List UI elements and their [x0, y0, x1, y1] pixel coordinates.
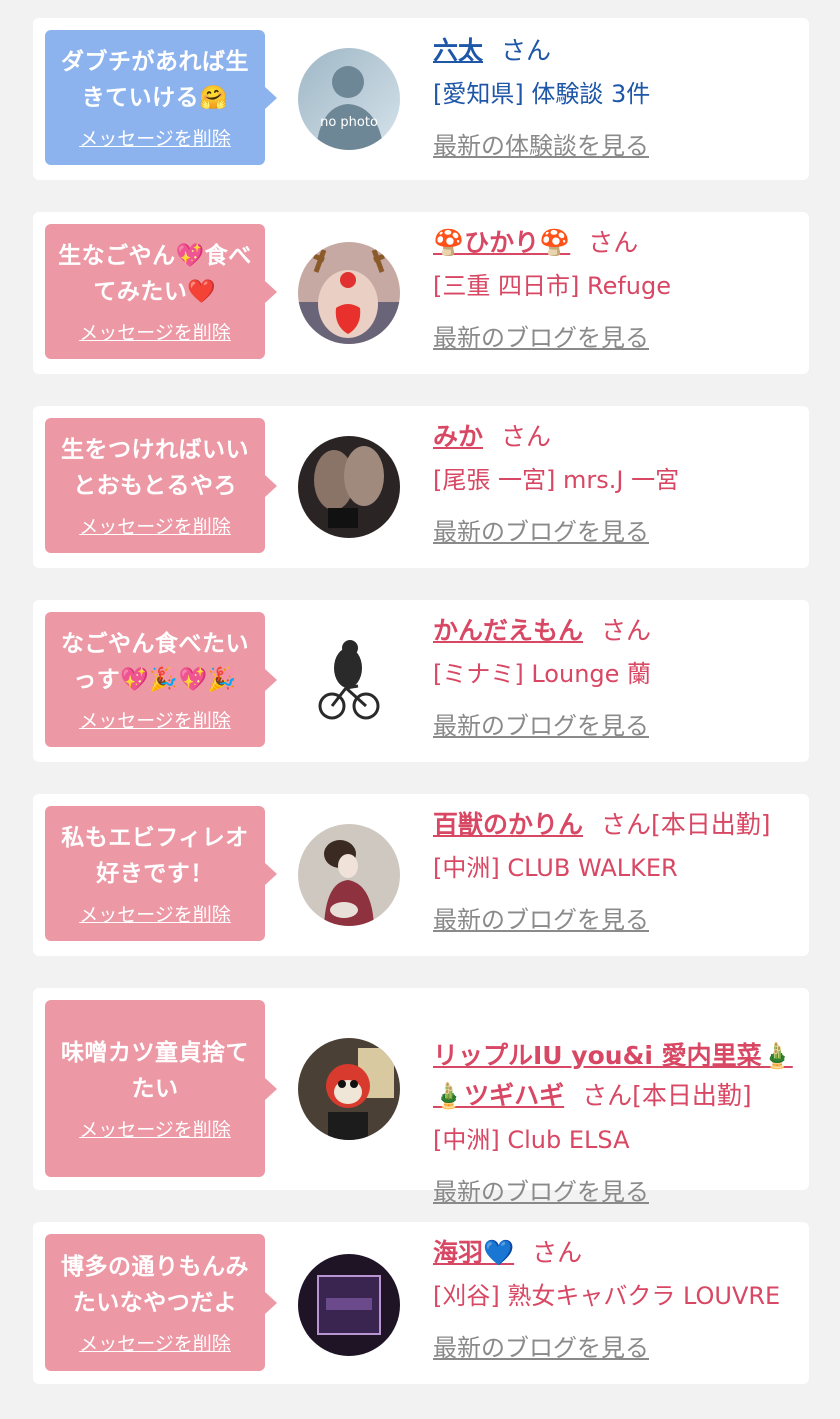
shop-info: [中洲] Club ELSA	[433, 1126, 630, 1154]
user-info: みか さん [尾張 一宮] mrs.J 一宮 最新のブログを見る	[433, 418, 799, 547]
user-name-link[interactable]: かんだえもん	[433, 616, 583, 645]
latest-post-link[interactable]: 最新のブログを見る	[433, 1328, 649, 1363]
latest-post-link[interactable]: 最新のブログを見る	[433, 1172, 649, 1207]
delete-message-link[interactable]: メッセージを削除	[79, 900, 231, 927]
latest-post-link[interactable]: 最新のブログを見る	[433, 706, 649, 741]
honorific: さん[本日出勤]	[582, 1081, 752, 1110]
shop-info: [尾張 一宮] mrs.J 一宮	[433, 466, 680, 494]
no-photo-avatar[interactable]: no photo	[298, 48, 400, 150]
message-card: 味噌カツ童貞捨て たい メッセージを削除 リップルIU you&i 愛内里菜🎍 …	[33, 988, 809, 1206]
honorific: さん	[601, 616, 652, 645]
bear-bicycle-avatar[interactable]	[298, 630, 400, 732]
delete-message-link[interactable]: メッセージを削除	[79, 706, 231, 733]
message-text: ダブチがあれば生 きていける🤗	[61, 49, 249, 111]
message-text: なごやん食べたい っす💖🎉💖🎉	[61, 631, 249, 693]
delete-message-link[interactable]: メッセージを削除	[79, 124, 231, 151]
shop-info: [刈谷] 熟女キャバクラ LOUVRE	[433, 1282, 781, 1310]
shop-info: [中洲] CLUB WALKER	[433, 854, 678, 882]
message-text: 私もエビフィレオ 好きです！	[61, 825, 249, 887]
user-info: リップルIU you&i 愛内里菜🎍 🎍ツギハギ さん[本日出勤] [中洲] Cl…	[433, 998, 799, 1207]
honorific: さん[本日出勤]	[601, 810, 771, 839]
latest-post-link[interactable]: 最新のブログを見る	[433, 318, 649, 353]
delete-message-link[interactable]: メッセージを削除	[79, 318, 231, 345]
message-bubble: 味噌カツ童貞捨て たい メッセージを削除	[45, 1000, 277, 1177]
shop-info: [愛知県] 体験談 3件	[433, 80, 651, 108]
reindeer-photo-avatar[interactable]	[298, 242, 400, 344]
latest-post-link[interactable]: 最新のブログを見る	[433, 900, 649, 935]
user-info: 六太 さん [愛知県] 体験談 3件 最新の体験談を見る	[433, 32, 799, 161]
avatar-placeholder-text: no photo	[320, 115, 378, 130]
shop-info: [三重 四日市] Refuge	[433, 272, 672, 300]
delete-message-link[interactable]: メッセージを削除	[79, 1329, 231, 1356]
message-card: 私もエビフィレオ 好きです！ メッセージを削除 百獣のかりん さん[本日出勤] […	[33, 794, 809, 956]
user-name-link[interactable]: みか	[433, 422, 483, 451]
message-card: なごやん食べたい っす💖🎉💖🎉 メッセージを削除 かんだえもん さん [ミナミ] …	[33, 600, 809, 762]
message-card: 生をつければいい とおもとるやろ メッセージを削除 みか さん [尾張 一宮] m…	[33, 406, 809, 568]
message-card: ダブチがあれば生 きていける🤗 メッセージを削除 no photo 六太 さん […	[33, 18, 809, 180]
mask-photo-avatar[interactable]	[298, 1038, 400, 1140]
message-bubble: 博多の通りもんみ たいなやつだよ メッセージを削除	[45, 1234, 277, 1371]
message-text: 味噌カツ童貞捨て たい	[61, 1040, 249, 1102]
message-card: 生なごやん💖食べ てみたい❤️ メッセージを削除 🍄ひかり🍄 さん [三重 四日市…	[33, 212, 809, 374]
latest-post-link[interactable]: 最新のブログを見る	[433, 512, 649, 547]
kimono-photo-avatar[interactable]	[298, 824, 400, 926]
latest-post-link[interactable]: 最新の体験談を見る	[433, 126, 649, 161]
message-bubble: なごやん食べたい っす💖🎉💖🎉 メッセージを削除	[45, 612, 277, 747]
honorific: さん	[501, 36, 552, 65]
user-info: かんだえもん さん [ミナミ] Lounge 蘭 最新のブログを見る	[433, 612, 799, 741]
user-info: 🍄ひかり🍄 さん [三重 四日市] Refuge 最新のブログを見る	[433, 224, 799, 353]
user-name-link[interactable]: 🍄ひかり🍄	[433, 228, 570, 257]
user-info: 百獣のかりん さん[本日出勤] [中洲] CLUB WALKER 最新のブログを見…	[433, 806, 799, 935]
honorific: さん	[532, 1238, 583, 1267]
message-bubble: 生なごやん💖食べ てみたい❤️ メッセージを削除	[45, 224, 277, 359]
message-bubble: 私もエビフィレオ 好きです！ メッセージを削除	[45, 806, 277, 941]
user-name-link[interactable]: 海羽💙	[433, 1238, 514, 1267]
legs-photo-avatar[interactable]	[298, 436, 400, 538]
user-info: 海羽💙 さん [刈谷] 熟女キャバクラ LOUVRE 最新のブログを見る	[433, 1234, 799, 1363]
honorific: さん	[588, 228, 639, 257]
louvre-logo-avatar[interactable]	[298, 1254, 400, 1356]
message-bubble: 生をつければいい とおもとるやろ メッセージを削除	[45, 418, 277, 553]
shop-info: [ミナミ] Lounge 蘭	[433, 660, 652, 688]
honorific: さん	[501, 422, 552, 451]
delete-message-link[interactable]: メッセージを削除	[79, 512, 231, 539]
message-card: 博多の通りもんみ たいなやつだよ メッセージを削除 海羽💙 さん [刈谷] 熟女キ…	[33, 1222, 809, 1384]
message-text: 生なごやん💖食べ てみたい❤️	[58, 243, 252, 305]
user-name-link[interactable]: 百獣のかりん	[433, 810, 583, 839]
delete-message-link[interactable]: メッセージを削除	[79, 1115, 231, 1142]
message-text: 生をつければいい とおもとるやろ	[61, 437, 249, 499]
user-name-link[interactable]: 六太	[433, 36, 483, 65]
message-bubble: ダブチがあれば生 きていける🤗 メッセージを削除	[45, 30, 277, 165]
message-text: 博多の通りもんみ たいなやつだよ	[61, 1254, 249, 1316]
